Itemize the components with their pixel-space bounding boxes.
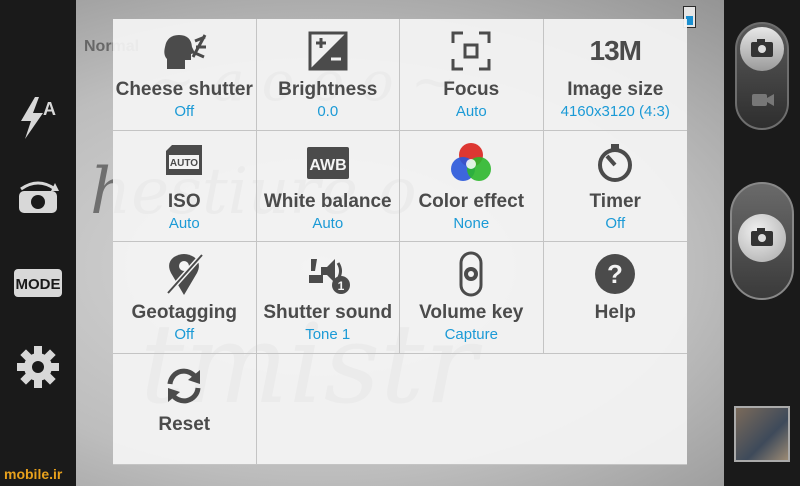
setting-focus[interactable]: Focus Auto <box>400 19 544 131</box>
setting-label: Shutter sound <box>263 302 393 323</box>
left-control-rail: A MODE <box>0 0 76 486</box>
setting-value: Auto <box>312 214 344 232</box>
video-camera-icon <box>751 90 775 114</box>
watermark: mobile.ir <box>4 466 63 482</box>
setting-value: Auto <box>455 103 487 120</box>
setting-image-size[interactable]: 13M Image size 4160x3120 (4:3) <box>543 19 687 131</box>
shutter-button[interactable] <box>730 182 794 300</box>
setting-label: Brightness <box>278 79 378 100</box>
setting-geotagging[interactable]: Geotagging Off <box>113 242 257 354</box>
reset-icon <box>159 364 209 408</box>
shutter-sound-icon: 1 <box>303 252 353 296</box>
setting-value: None <box>453 214 490 232</box>
timer-icon <box>590 141 640 185</box>
flash-auto-icon[interactable]: A <box>13 93 63 143</box>
cheese-shutter-icon <box>159 29 209 73</box>
brightness-icon <box>303 29 353 73</box>
setting-label: Volume key <box>419 302 524 323</box>
setting-volume-key[interactable]: Volume key Capture <box>400 242 544 354</box>
help-icon: ? <box>590 252 640 296</box>
setting-value: 0.0 <box>317 103 339 120</box>
gallery-thumbnail[interactable] <box>734 406 790 462</box>
setting-label: ISO <box>167 190 201 212</box>
setting-value: Off <box>605 214 626 232</box>
settings-gear-icon[interactable] <box>13 342 63 392</box>
white-balance-badge: AWB <box>309 157 346 174</box>
shutter-camera-icon <box>738 214 786 262</box>
setting-white-balance[interactable]: AWB White balance Auto <box>256 130 400 242</box>
setting-iso[interactable]: AUTO ISO Auto <box>113 130 257 242</box>
mode-button-label: MODE <box>16 276 61 293</box>
setting-label: Reset <box>158 413 211 435</box>
iso-badge: AUTO <box>170 158 198 169</box>
setting-label: White balance <box>263 190 392 212</box>
camera-icon <box>740 27 784 71</box>
setting-brightness[interactable]: Brightness 0.0 <box>256 19 400 131</box>
setting-value: Off <box>174 326 195 343</box>
geotagging-icon <box>159 252 209 296</box>
setting-reset[interactable]: Reset <box>113 353 257 465</box>
setting-label: Focus <box>443 79 500 100</box>
setting-label: Image size <box>567 79 664 100</box>
setting-label: Cheese shutter <box>115 79 253 100</box>
setting-color-effect[interactable]: Color effect None <box>400 130 544 242</box>
focus-icon <box>446 29 496 73</box>
setting-label: Timer <box>589 190 641 212</box>
camera-video-switch[interactable] <box>735 22 789 130</box>
setting-help[interactable]: ? Help <box>543 242 687 354</box>
white-balance-icon: AWB <box>303 141 353 185</box>
volume-key-icon <box>446 251 496 297</box>
svg-text:1: 1 <box>337 279 344 293</box>
setting-label: Help <box>594 302 636 323</box>
switch-camera-icon[interactable] <box>13 175 63 225</box>
empty-cell <box>256 354 687 465</box>
image-size-badge: 13M <box>589 35 642 66</box>
iso-icon: AUTO <box>159 141 209 185</box>
settings-panel: Cheese shutter Off Brightness 0.0 Focus … <box>113 19 687 465</box>
setting-label: Color effect <box>418 190 525 212</box>
image-size-icon: 13M <box>589 29 642 73</box>
setting-timer[interactable]: Timer Off <box>543 131 687 242</box>
color-effect-icon <box>446 141 496 185</box>
svg-text:A: A <box>43 99 56 119</box>
setting-label: Geotagging <box>131 302 238 323</box>
setting-shutter-sound[interactable]: 1 Shutter sound Tone 1 <box>256 242 400 354</box>
setting-value: Off <box>174 103 195 120</box>
setting-value: Capture <box>444 326 498 343</box>
svg-text:?: ? <box>607 259 623 289</box>
setting-value: Auto <box>168 214 200 232</box>
setting-cheese-shutter[interactable]: Cheese shutter Off <box>113 19 257 131</box>
right-control-rail <box>724 0 800 486</box>
mode-button[interactable]: MODE <box>13 258 63 308</box>
setting-value: 4160x3120 (4:3) <box>560 103 670 120</box>
setting-value: Tone 1 <box>305 326 351 343</box>
